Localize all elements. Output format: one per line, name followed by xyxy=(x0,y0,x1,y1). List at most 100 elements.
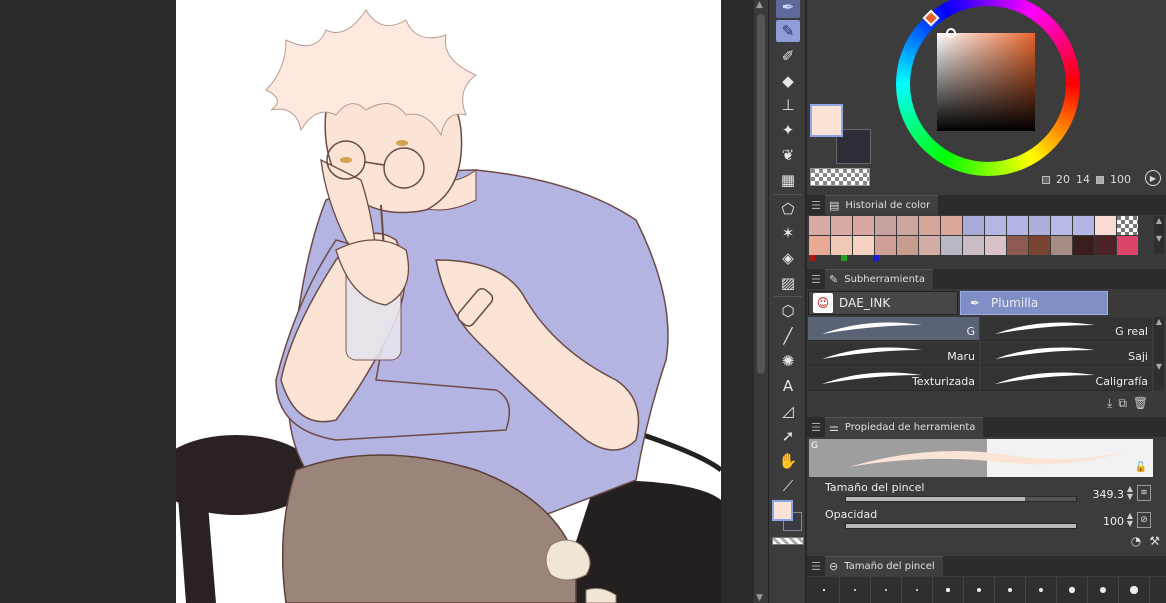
toolbar-transparent-color[interactable] xyxy=(772,537,804,545)
hand-icon[interactable]: ✋ xyxy=(776,450,800,472)
history-swatch[interactable] xyxy=(1095,216,1117,236)
brush-size-preset[interactable] xyxy=(840,577,871,603)
history-swatch[interactable] xyxy=(1051,236,1073,256)
history-swatch[interactable] xyxy=(809,236,831,256)
burst-icon[interactable]: ✺ xyxy=(776,350,800,372)
lock-icon[interactable]: 🔓 xyxy=(1135,462,1147,473)
menu-icon[interactable]: ☰ xyxy=(807,560,825,573)
clock-icon[interactable]: ◔ xyxy=(1131,534,1141,548)
play-icon[interactable]: ▶ xyxy=(1145,170,1161,186)
menu-icon[interactable]: ☰ xyxy=(807,421,825,434)
cube-icon[interactable]: ⬡ xyxy=(776,300,800,322)
tab-tool-property[interactable]: ⚌ Propiedad de herramienta xyxy=(825,417,984,437)
toolbar-main-color[interactable] xyxy=(772,500,793,521)
frame-icon[interactable]: ▦ xyxy=(776,169,800,191)
main-color-swatch[interactable] xyxy=(810,104,843,137)
history-swatch[interactable] xyxy=(1029,216,1051,236)
history-swatch[interactable] xyxy=(985,236,1007,256)
import-icon[interactable]: ⤓ xyxy=(1107,396,1112,411)
history-swatch[interactable] xyxy=(1051,216,1073,236)
scroll-up-icon[interactable]: ▲ xyxy=(756,0,763,10)
history-swatch[interactable] xyxy=(1117,236,1139,256)
brush-size-preset[interactable] xyxy=(1119,577,1150,603)
history-swatch[interactable] xyxy=(875,216,897,236)
history-swatch[interactable] xyxy=(853,216,875,236)
wrench-icon[interactable]: ⚒ xyxy=(1149,534,1160,548)
history-swatch[interactable] xyxy=(1073,236,1095,256)
brush-size-preset[interactable] xyxy=(1057,577,1088,603)
text-icon[interactable]: A xyxy=(776,375,800,397)
brush-item[interactable]: Saji xyxy=(981,342,1152,366)
history-swatch[interactable] xyxy=(875,236,897,256)
brush-item[interactable]: Texturizada xyxy=(808,367,979,391)
history-swatch[interactable] xyxy=(897,216,919,236)
brush-size-preset[interactable] xyxy=(809,577,840,603)
canvas-scrollbar[interactable]: ▲ ▼ xyxy=(754,0,768,603)
history-swatch[interactable] xyxy=(1029,236,1051,256)
sparkle-icon[interactable]: ✦ xyxy=(776,119,800,141)
pressure-toggle-icon[interactable]: ≋ xyxy=(1137,485,1151,501)
history-swatch[interactable] xyxy=(1117,216,1139,236)
brush-size-preset[interactable] xyxy=(995,577,1026,603)
brush-size-preset[interactable] xyxy=(902,577,933,603)
tab-subtool[interactable]: ✎ Subherramienta xyxy=(825,269,933,289)
tab-dae-ink[interactable]: ☺ DAE_INK xyxy=(808,291,958,315)
brush-size-preset[interactable] xyxy=(964,577,995,603)
history-swatch[interactable] xyxy=(809,216,831,236)
drawing-canvas[interactable] xyxy=(176,0,721,603)
history-swatch[interactable] xyxy=(1007,216,1029,236)
transparent-color-swatch[interactable] xyxy=(810,168,870,186)
brush-item[interactable]: Maru xyxy=(808,342,979,366)
history-swatch[interactable] xyxy=(897,236,919,256)
brush-list-scrollbar[interactable]: ▲ ▼ xyxy=(1154,317,1164,391)
history-swatch[interactable] xyxy=(831,236,853,256)
history-swatch[interactable] xyxy=(985,216,1007,236)
history-swatch[interactable] xyxy=(919,216,941,236)
pen-icon[interactable]: ✎ xyxy=(776,20,800,42)
brush-item[interactable]: G xyxy=(808,317,979,341)
water-drop-icon[interactable]: ❦ xyxy=(776,144,800,166)
brush-size-preset[interactable] xyxy=(933,577,964,603)
brush-item[interactable]: G real xyxy=(981,317,1152,341)
history-swatch[interactable] xyxy=(963,236,985,256)
opacity-value[interactable]: 100 xyxy=(1103,515,1124,528)
history-swatch[interactable] xyxy=(963,216,985,236)
gradient-icon[interactable]: ▨ xyxy=(776,272,800,294)
tab-color-history[interactable]: ▤ Historial de color xyxy=(825,195,939,215)
ruler-icon[interactable]: ◿ xyxy=(776,400,800,422)
stamp-icon[interactable]: ⊥ xyxy=(776,94,800,116)
opacity-slider[interactable] xyxy=(845,523,1077,529)
history-swatch[interactable] xyxy=(941,236,963,256)
history-swatch[interactable] xyxy=(853,236,875,256)
trash-icon[interactable]: 🗑 xyxy=(1133,396,1148,411)
eyedropper-icon[interactable]: ⟋ xyxy=(776,475,800,497)
brush-item[interactable]: Caligrafía xyxy=(981,367,1152,391)
brush-size-slider[interactable] xyxy=(845,496,1077,502)
pen-nib-icon[interactable]: ✒ xyxy=(776,0,800,18)
history-swatch[interactable] xyxy=(1095,236,1117,256)
select-arrow-icon[interactable]: ➚ xyxy=(776,425,800,447)
brush-size-value[interactable]: 349.3 xyxy=(1093,488,1125,501)
history-swatch[interactable] xyxy=(1073,216,1095,236)
lasso-icon[interactable]: ⬠ xyxy=(776,198,800,220)
opacity-toggle-icon[interactable]: ⊘ xyxy=(1137,512,1151,528)
duplicate-icon[interactable]: ⧉ xyxy=(1118,396,1127,411)
line-icon[interactable]: ╱ xyxy=(776,325,800,347)
history-swatch[interactable] xyxy=(941,216,963,236)
magic-wand-icon[interactable]: ✶ xyxy=(776,222,800,244)
menu-icon[interactable]: ☰ xyxy=(807,199,825,212)
menu-icon[interactable]: ☰ xyxy=(807,273,825,286)
opacity-stepper-icon[interactable]: ▲ ▼ xyxy=(1127,512,1133,528)
fill-bucket-icon[interactable]: ◈ xyxy=(776,247,800,269)
history-swatch[interactable] xyxy=(1007,236,1029,256)
history-swatch[interactable] xyxy=(919,236,941,256)
eraser-icon[interactable]: ◆ xyxy=(776,70,800,92)
history-scrollbar[interactable]: ▲ ▼ xyxy=(1154,216,1164,254)
tab-brush-size[interactable]: ⊖ Tamaño del pincel xyxy=(825,556,943,576)
scroll-thumb[interactable] xyxy=(757,14,765,374)
brush-size-preset[interactable] xyxy=(1026,577,1057,603)
brush-size-stepper-icon[interactable]: ▲ ▼ xyxy=(1127,485,1133,501)
scroll-down-icon[interactable]: ▼ xyxy=(756,593,763,603)
history-swatch[interactable] xyxy=(831,216,853,236)
brush-size-preset[interactable] xyxy=(1088,577,1119,603)
